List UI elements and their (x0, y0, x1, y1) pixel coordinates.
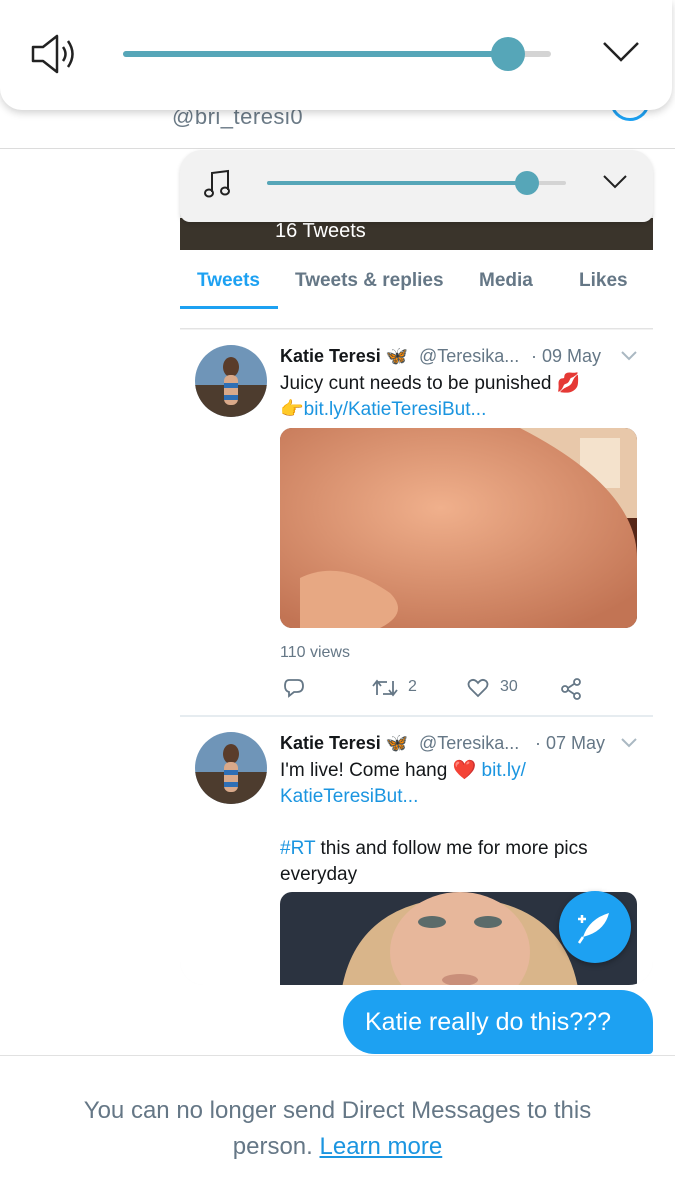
tweet-author-handle: @Teresika... (419, 346, 520, 366)
avatar[interactable] (195, 732, 267, 804)
tweet-menu-chevron-icon[interactable] (621, 738, 637, 748)
volume-panel (0, 0, 672, 110)
learn-more-link[interactable]: Learn more (320, 1133, 443, 1160)
tab-active-indicator (180, 306, 278, 309)
reply-icon[interactable] (283, 678, 305, 698)
media-volume-slider[interactable] (267, 171, 566, 195)
media-volume-panel (180, 150, 653, 222)
tweet-text: Juicy cunt needs to be punished 💋 (280, 373, 581, 394)
tweet-text-line2: everyday (280, 864, 358, 885)
tweet-link-continued[interactable]: KatieTeresiBut... (280, 784, 418, 810)
tweet-author-name[interactable]: Katie Teresi 🦋 (280, 733, 408, 754)
tab-tweets-replies[interactable]: Tweets & replies (295, 270, 444, 292)
retweet-count: 2 (408, 678, 417, 695)
profile-banner-strip: 16 Tweets (180, 218, 653, 250)
dm-disabled-notice: You can no longer send Direct Messages t… (40, 1093, 635, 1165)
tweet-author-handle: @Teresika... (419, 733, 520, 753)
tweet-text-line: this and follow me for more pics (315, 838, 588, 859)
tweet-text-second: #RT this and follow me for more pics (280, 836, 588, 862)
notice-line2: person. (232, 1133, 313, 1160)
tweet-view-count: 110 views (280, 644, 350, 661)
volume-slider-thumb[interactable] (491, 37, 525, 71)
tweet-media-image[interactable] (280, 428, 637, 628)
hashtag-link[interactable]: #RT (280, 838, 315, 859)
footer-divider (0, 1055, 675, 1056)
music-note-icon[interactable] (202, 168, 234, 200)
retweet-icon[interactable] (372, 679, 398, 697)
tweet-text-main: I'm live! Come hang ❤️ (280, 760, 477, 781)
like-heart-icon[interactable] (467, 678, 489, 698)
avatar[interactable] (195, 345, 267, 417)
tweet-link[interactable]: bit.ly/ (482, 760, 526, 781)
tab-media[interactable]: Media (479, 270, 533, 292)
tweet-date: · 07 May (535, 733, 606, 753)
like-count: 30 (500, 678, 518, 695)
tab-likes[interactable]: Likes (579, 270, 628, 292)
compose-tweet-button[interactable] (559, 891, 631, 963)
tweet-menu-chevron-icon[interactable] (621, 351, 637, 361)
divider (0, 148, 675, 149)
feather-plus-icon (577, 913, 609, 944)
notice-line1: You can no longer send Direct Messages t… (83, 1097, 592, 1124)
speaker-icon[interactable] (30, 32, 80, 76)
tab-tweets[interactable]: Tweets (197, 270, 260, 292)
sent-message-bubble[interactable]: Katie really do this??? (343, 990, 653, 1054)
tweet-link[interactable]: 👉bit.ly/KatieTeresiBut... (280, 397, 486, 423)
shared-screenshot-card[interactable]: 16 Tweets Tweets Tweets & replies Media … (180, 150, 653, 985)
tweet-count: 16 Tweets (275, 220, 366, 242)
tweet-text: I'm live! Come hang ❤️ bit.ly/ (280, 758, 526, 784)
tweet-author-name[interactable]: Katie Teresi 🦋 (280, 346, 408, 367)
tweet-card[interactable]: Katie Teresi 🦋 @Teresika... · 09 May Jui… (180, 330, 653, 715)
message-text: Katie really do this??? (365, 1008, 611, 1036)
volume-slider[interactable] (123, 37, 551, 71)
tweet-date: · 09 May (531, 346, 602, 366)
chevron-down-icon[interactable] (602, 40, 640, 64)
share-icon[interactable] (560, 678, 582, 700)
chevron-down-icon[interactable] (602, 174, 628, 190)
media-volume-thumb[interactable] (515, 171, 539, 195)
profile-tabs: Tweets Tweets & replies Media Likes (180, 250, 653, 329)
